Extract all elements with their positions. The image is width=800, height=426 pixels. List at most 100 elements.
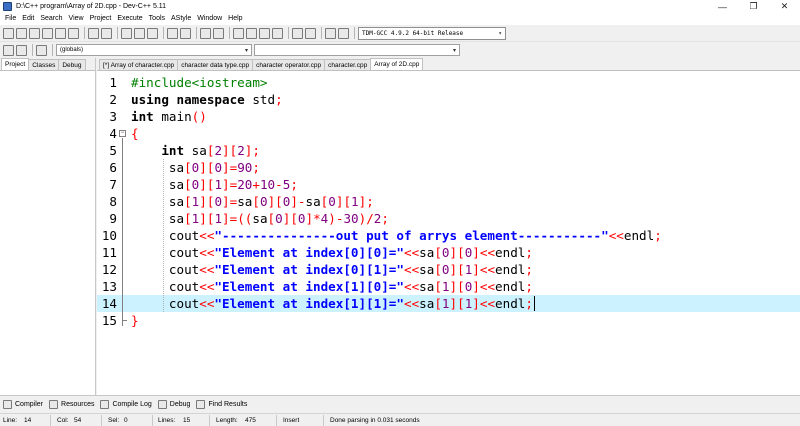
find-next-icon[interactable] — [147, 27, 158, 39]
code-token: 2 — [214, 143, 223, 158]
save-icon[interactable] — [29, 27, 40, 39]
tab-find-results[interactable]: Find Results — [196, 400, 247, 409]
code-token: ]; — [244, 143, 260, 158]
run-icon[interactable] — [246, 27, 257, 39]
scope-select[interactable]: (globals) ▾ — [56, 44, 252, 56]
code-line[interactable]: 4{ — [97, 125, 800, 142]
menu-tools[interactable]: Tools — [146, 13, 168, 25]
chevron-down-icon: ▾ — [452, 47, 456, 54]
code-token: endl — [495, 296, 526, 311]
save-all-icon[interactable] — [42, 27, 53, 39]
print-icon[interactable] — [68, 27, 79, 39]
status-parse-message: Done parsing in 0.031 seconds — [330, 417, 420, 424]
code-text: cout<<"Element at index[1][0]="<<sa[1][0… — [131, 278, 533, 295]
code-line[interactable]: 10 cout<<"---------------out put of arry… — [97, 227, 800, 244]
tab-compiler[interactable]: Compiler — [3, 400, 43, 409]
code-token: { — [131, 126, 139, 141]
menu-edit[interactable]: Edit — [19, 13, 37, 25]
code-token: << — [403, 262, 420, 277]
file-tab-character-data-type[interactable]: character data type.cpp — [177, 59, 254, 70]
minimize-button[interactable]: — — [707, 0, 738, 13]
menu-execute[interactable]: Execute — [114, 13, 145, 25]
line-number: 12 — [101, 262, 117, 277]
code-token: [ — [184, 194, 192, 209]
compile-run-icon[interactable] — [259, 27, 270, 39]
code-line[interactable]: 14 cout<<"Element at index[1][1]="<<sa[1… — [97, 295, 800, 312]
new-file-icon[interactable] — [3, 27, 14, 39]
file-tab-array-of-2d[interactable]: Array of 2D.cpp — [370, 58, 424, 70]
code-line[interactable]: 1 #include<iostream> — [97, 74, 800, 91]
tab-classes[interactable]: Classes — [28, 59, 60, 70]
tab-compiler-label: Compiler — [15, 401, 44, 408]
code-line[interactable]: 15} — [97, 312, 800, 329]
code-line[interactable]: 2 using namespace std; — [97, 91, 800, 108]
menu-window[interactable]: Window — [194, 13, 225, 25]
project-tree[interactable] — [0, 70, 95, 395]
open-file-icon[interactable] — [16, 27, 27, 39]
compile-icon[interactable] — [233, 27, 244, 39]
replace-icon[interactable] — [134, 27, 145, 39]
class-browser-icon[interactable] — [36, 44, 47, 56]
status-separator — [152, 415, 153, 426]
close-file-icon[interactable] — [55, 27, 66, 39]
fold-toggle-icon[interactable]: − — [119, 130, 126, 137]
menu-astyle[interactable]: AStyle — [168, 13, 194, 25]
menu-project[interactable]: Project — [87, 13, 115, 25]
code-line[interactable]: 9 sa[1][1]=((sa[0][0]*4)-30)/2; — [97, 210, 800, 227]
debug-bug-icon[interactable] — [338, 27, 349, 39]
insert-code-icon[interactable] — [3, 44, 14, 56]
toggle-bookmark-icon[interactable] — [180, 27, 191, 39]
check-syntax-icon[interactable] — [292, 27, 303, 39]
code-token: sa — [305, 194, 321, 209]
code-token: 0 — [214, 160, 223, 175]
code-line[interactable]: 6 sa[0][0]=90; — [97, 159, 800, 176]
code-token: ; — [290, 177, 298, 192]
toolbar-separator — [321, 27, 322, 39]
code-token: endl — [495, 245, 526, 260]
menu-view[interactable]: View — [66, 13, 87, 25]
code-line[interactable]: 12 cout<<"Element at index[0][1]="<<sa[0… — [97, 261, 800, 278]
code-token: [ — [434, 279, 442, 294]
code-line[interactable]: 13 cout<<"Element at index[1][0]="<<sa[1… — [97, 278, 800, 295]
code-line[interactable]: 11 cout<<"Element at index[0][0]="<<sa[0… — [97, 244, 800, 261]
code-token: ]; — [358, 194, 374, 209]
tab-debug-output[interactable]: Debug — [157, 400, 190, 409]
stop-execution-icon[interactable] — [305, 27, 316, 39]
code-token: ; — [525, 262, 533, 277]
maximize-button[interactable]: ❐ — [738, 0, 769, 13]
code-token: - — [275, 177, 283, 192]
unindent-icon[interactable] — [200, 27, 211, 39]
function-select[interactable]: ▾ — [254, 44, 460, 56]
find-icon[interactable] — [121, 27, 132, 39]
tab-debug[interactable]: Debug — [58, 59, 86, 70]
code-token: ][ — [449, 262, 465, 277]
goto-line-icon[interactable] — [167, 27, 178, 39]
redo-icon[interactable] — [101, 27, 112, 39]
tab-project[interactable]: Project — [1, 58, 30, 70]
code-token: [ — [184, 177, 192, 192]
tab-compile-log[interactable]: Compile Log — [100, 400, 152, 409]
indent-icon[interactable] — [213, 27, 224, 39]
rebuild-all-icon[interactable] — [272, 27, 283, 39]
status-bar: Line: 14 Col: 54 Sel: 0 Lines: 15 Length… — [0, 413, 800, 426]
status-col-label: Col: — [57, 417, 69, 424]
compiler-select[interactable]: TDM-GCC 4.9.2 64-bit Release ▾ — [358, 26, 506, 40]
code-token: ]* — [305, 211, 321, 226]
file-tab-array-of-character[interactable]: [*] Array of character.cpp — [99, 59, 179, 70]
file-tab-character-operator[interactable]: character operator.cpp — [252, 59, 326, 70]
code-line[interactable]: 5 int sa[2][2]; — [97, 142, 800, 159]
code-line[interactable]: 8 sa[1][0]=sa[0][0]-sa[0][1]; — [97, 193, 800, 210]
code-line[interactable]: 7 sa[0][1]=20+10-5; — [97, 176, 800, 193]
menu-file[interactable]: File — [2, 13, 19, 25]
menu-help[interactable]: Help — [225, 13, 245, 25]
close-button[interactable]: ✕ — [769, 0, 800, 13]
toggle-comment-icon[interactable] — [16, 44, 27, 56]
undo-icon[interactable] — [88, 27, 99, 39]
code-line[interactable]: 3 int main() — [97, 108, 800, 125]
profile-chart-icon[interactable] — [325, 27, 336, 39]
menu-search[interactable]: Search — [37, 13, 65, 25]
indent-guide — [163, 159, 165, 312]
tab-resources[interactable]: Resources — [49, 400, 94, 409]
file-tab-character[interactable]: character.cpp — [324, 59, 372, 70]
code-editor[interactable]: 1 #include<iostream> 2 using namespace std;… — [97, 70, 800, 395]
